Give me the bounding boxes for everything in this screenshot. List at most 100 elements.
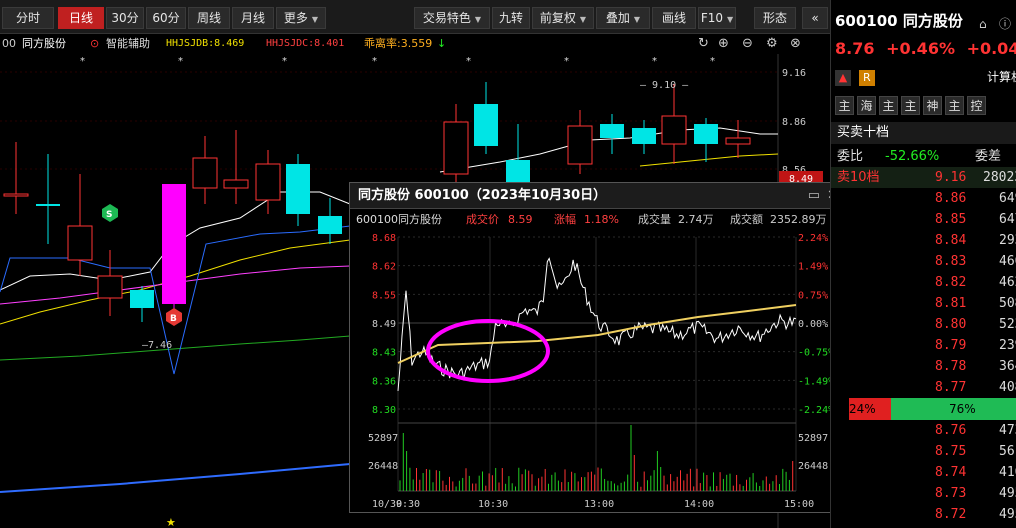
candle-body-down[interactable]	[632, 128, 656, 144]
concept-tag-3[interactable]: 主	[901, 96, 920, 115]
concept-tag-0[interactable]: 主	[835, 96, 854, 115]
candle-body-down[interactable]	[36, 204, 60, 206]
event-marker-icon[interactable]: *	[282, 56, 287, 67]
price-axis-label: 8.68	[372, 233, 396, 244]
ask-row[interactable]: 8.78 364	[831, 356, 1016, 377]
ask-row[interactable]: 8.82 462	[831, 272, 1016, 293]
info-icon[interactable]: ⓘ	[999, 13, 1011, 35]
concept-tag-2[interactable]: 主	[879, 96, 898, 115]
sell-ratio: 24%	[849, 402, 876, 416]
percent-axis-label: 0.75%	[798, 290, 828, 301]
indicator-hhjsjdb: HHJSJDB:8.469	[166, 38, 245, 49]
event-marker-icon[interactable]: *	[178, 56, 183, 67]
candle-body-down[interactable]	[600, 124, 624, 138]
ask-price: 8.80	[935, 317, 967, 332]
industry-label[interactable]: 计算机	[987, 68, 1016, 86]
candle-body-up[interactable]	[192, 157, 218, 189]
event-marker-icon[interactable]: *	[80, 56, 85, 67]
event-marker-icon[interactable]: *	[652, 56, 657, 67]
bell-icon[interactable]: ⌂	[979, 13, 987, 35]
volume-axis-label: 26448	[368, 461, 398, 472]
ask-price: 8.79	[935, 338, 967, 353]
event-marker-icon[interactable]: *	[372, 56, 377, 67]
bid-row[interactable]: 8.73 495	[831, 483, 1016, 504]
event-marker-icon[interactable]: *	[710, 56, 715, 67]
volume-axis-label-right: 52897	[798, 433, 828, 444]
bid-row[interactable]: 8.76 473	[831, 420, 1016, 441]
candle-body-down[interactable]	[694, 124, 718, 144]
smart-assist-button[interactable]: 智能辅助	[106, 34, 150, 54]
assist-toggle-icon[interactable]: ⊙	[90, 34, 99, 54]
bid-price: 8.75	[935, 444, 967, 459]
candle-body-up[interactable]	[443, 121, 469, 175]
toolbar-button-2[interactable]: 30分	[106, 7, 144, 29]
toolbar-button-0[interactable]: 分时	[2, 7, 54, 29]
candle-body-up[interactable]	[67, 225, 93, 261]
warning-icon[interactable]: ▲	[835, 70, 851, 86]
quote-change-abs: +0.04	[966, 39, 1016, 58]
toolbar-button-label: 九转	[498, 11, 523, 25]
star-marker-icon[interactable]: ★	[166, 516, 176, 528]
settings-gear-icon[interactable]: ⚙	[766, 34, 778, 54]
ask-row[interactable]: 8.86 649	[831, 188, 1016, 209]
concept-tag-5[interactable]: 主	[945, 96, 964, 115]
toolbar-button-11[interactable]: 画线	[652, 7, 696, 29]
candle-body-up[interactable]	[567, 125, 593, 165]
chevron-down-icon: ▼	[633, 15, 641, 24]
refresh-icon[interactable]: ↻	[698, 34, 709, 54]
candle-body-down[interactable]	[474, 104, 498, 146]
candle-body-down[interactable]	[286, 164, 310, 214]
down-arrow-icon: ↓	[437, 37, 447, 50]
event-marker-icon[interactable]: *	[564, 56, 569, 67]
ask-row[interactable]: 8.81 508	[831, 293, 1016, 314]
bid-volume: 561	[999, 444, 1016, 459]
toolbar-button-8[interactable]: 九转	[492, 7, 530, 29]
minimize-icon[interactable]: ▭	[808, 183, 820, 209]
candle-body-down[interactable]	[506, 160, 530, 182]
collapse-panel-button[interactable]: «	[802, 7, 828, 29]
ask-row[interactable]: 8.85 647	[831, 209, 1016, 230]
bid-row[interactable]: 8.72 495	[831, 504, 1016, 525]
close-chart-icon[interactable]: ⊗	[790, 34, 801, 54]
ask-volume: 408	[999, 380, 1016, 395]
popup-name: 同方股份	[398, 213, 442, 226]
candle-body-up[interactable]	[661, 115, 687, 145]
toolbar-button-12[interactable]: F10 ▼	[698, 7, 736, 29]
ask-row[interactable]: 8.80 523	[831, 314, 1016, 335]
concept-tag-4[interactable]: 神	[923, 96, 942, 115]
candle-body-down[interactable]	[318, 216, 342, 234]
rzrq-badge[interactable]: R	[858, 70, 875, 86]
candle-body-up[interactable]	[255, 163, 281, 201]
candle-body-up[interactable]	[97, 275, 123, 299]
candle-body-up[interactable]	[223, 179, 249, 189]
percent-axis-label: -2.24%	[798, 405, 834, 416]
bid-row[interactable]: 8.75 561	[831, 441, 1016, 462]
toolbar-button-10[interactable]: 叠加 ▼	[596, 7, 650, 29]
candle-body-up[interactable]	[3, 193, 29, 197]
toolbar-button-9[interactable]: 前复权 ▼	[532, 7, 594, 29]
event-marker-icon[interactable]: *	[466, 56, 471, 67]
candle-body-highlight[interactable]	[162, 184, 186, 304]
toolbar-button-4[interactable]: 周线	[188, 7, 230, 29]
zoom-in-icon[interactable]: ⊕	[718, 34, 729, 54]
time-axis-label: 14:00	[684, 499, 714, 510]
toolbar-button-label: 前复权	[539, 11, 576, 25]
ask-row[interactable]: 8.79 239	[831, 335, 1016, 356]
bid-row[interactable]: 8.74 416	[831, 462, 1016, 483]
toolbar-button-1[interactable]: 日线	[58, 7, 104, 29]
candle-body-down[interactable]	[130, 290, 154, 308]
concept-tag-1[interactable]: 海	[857, 96, 876, 115]
ask-row[interactable]: 8.84 293	[831, 230, 1016, 251]
concept-tag-6[interactable]: 控	[967, 96, 986, 115]
toolbar-button-13[interactable]: 形态	[754, 7, 796, 29]
toolbar-button-6[interactable]: 更多 ▼	[276, 7, 326, 29]
candle-body-up[interactable]	[725, 137, 751, 145]
ask-row[interactable]: 8.77 408	[831, 377, 1016, 398]
toolbar-button-label: 交易特色	[422, 11, 471, 25]
toolbar-button-5[interactable]: 月线	[232, 7, 274, 29]
toolbar-button-7[interactable]: 交易特色 ▼	[414, 7, 490, 29]
sell-signal-text: S	[106, 210, 112, 220]
zoom-out-icon[interactable]: ⊖	[742, 34, 753, 54]
ask-row[interactable]: 8.83 466	[831, 251, 1016, 272]
toolbar-button-3[interactable]: 60分	[146, 7, 186, 29]
